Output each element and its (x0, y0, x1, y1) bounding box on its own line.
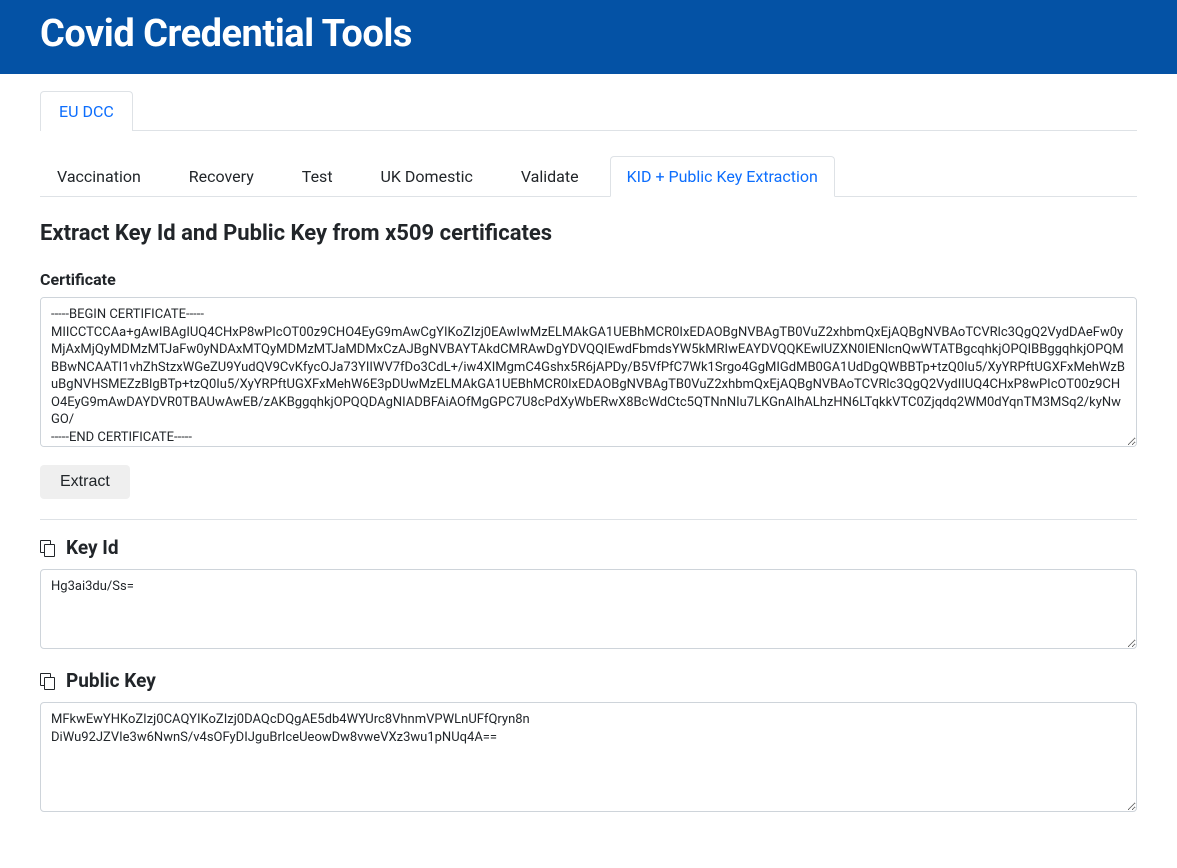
certificate-label: Certificate (40, 270, 1137, 289)
copy-icon[interactable] (40, 673, 56, 689)
tab-eu-dcc[interactable]: EU DCC (40, 91, 133, 131)
key-id-label: Key Id (66, 536, 119, 559)
public-key-textarea[interactable] (40, 702, 1137, 812)
divider: Key Id (40, 519, 1137, 653)
tab-validate[interactable]: Validate (504, 156, 596, 197)
tab-test[interactable]: Test (285, 156, 350, 197)
main-container: EU DCC Vaccination Recovery Test UK Dome… (0, 74, 1177, 832)
extract-button[interactable]: Extract (40, 465, 130, 499)
tab-kid-public-key-extraction[interactable]: KID + Public Key Extraction (610, 156, 835, 197)
key-id-textarea[interactable] (40, 569, 1137, 649)
primary-tabs: EU DCC (40, 90, 1137, 131)
app-header: Covid Credential Tools (0, 0, 1177, 74)
secondary-tabs: Vaccination Recovery Test UK Domestic Va… (40, 155, 1137, 197)
tab-uk-domestic[interactable]: UK Domestic (364, 156, 490, 197)
app-title: Covid Credential Tools (40, 12, 1137, 56)
page-heading: Extract Key Id and Public Key from x509 … (40, 221, 1137, 246)
public-key-label: Public Key (66, 669, 156, 692)
certificate-textarea[interactable] (40, 297, 1137, 447)
tab-recovery[interactable]: Recovery (172, 156, 271, 197)
copy-icon[interactable] (40, 540, 56, 556)
tab-vaccination[interactable]: Vaccination (40, 156, 158, 197)
